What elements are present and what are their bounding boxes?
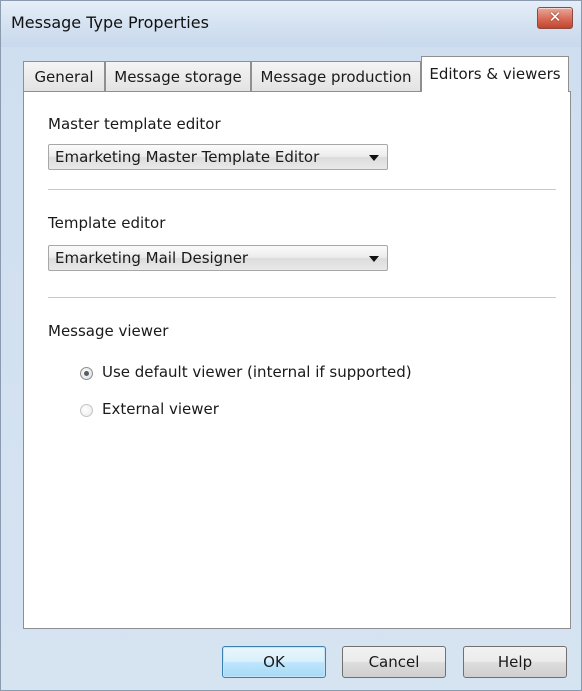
master-template-editor-label: Master template editor xyxy=(48,115,221,133)
tab-general[interactable]: General xyxy=(23,61,105,91)
help-button[interactable]: Help xyxy=(463,646,567,678)
message-viewer-label: Message viewer xyxy=(48,322,169,340)
chevron-down-icon xyxy=(369,155,379,161)
close-icon: ✕ xyxy=(548,8,562,26)
chevron-down-icon xyxy=(369,256,379,262)
radio-button-checked[interactable] xyxy=(80,367,93,380)
tab-editors-viewers[interactable]: Editors & viewers xyxy=(421,56,569,92)
ok-button[interactable]: OK xyxy=(222,646,326,678)
radio-button[interactable] xyxy=(80,404,93,417)
template-editor-value: Emarketing Mail Designer xyxy=(55,249,249,267)
title-bar[interactable]: Message Type Properties ✕ xyxy=(1,1,581,47)
tab-message-production[interactable]: Message production xyxy=(251,61,421,91)
section-divider xyxy=(48,189,556,191)
master-template-editor-value: Emarketing Master Template Editor xyxy=(55,148,320,166)
editors-viewers-panel: Master template editor Emarketing Master… xyxy=(23,91,571,629)
radio-default-viewer-label: Use default viewer (internal if supporte… xyxy=(102,363,412,381)
master-template-editor-select[interactable]: Emarketing Master Template Editor xyxy=(48,144,388,170)
radio-external-viewer-label: External viewer xyxy=(102,400,219,418)
tab-message-storage[interactable]: Message storage xyxy=(105,61,251,91)
close-button[interactable]: ✕ xyxy=(537,7,573,29)
dialog-window: Message Type Properties ✕ General Messag… xyxy=(0,0,582,691)
window-title: Message Type Properties xyxy=(11,13,209,32)
template-editor-select[interactable]: Emarketing Mail Designer xyxy=(48,245,388,271)
template-editor-label: Template editor xyxy=(48,214,166,232)
section-divider xyxy=(48,297,556,299)
cancel-button[interactable]: Cancel xyxy=(342,646,446,678)
